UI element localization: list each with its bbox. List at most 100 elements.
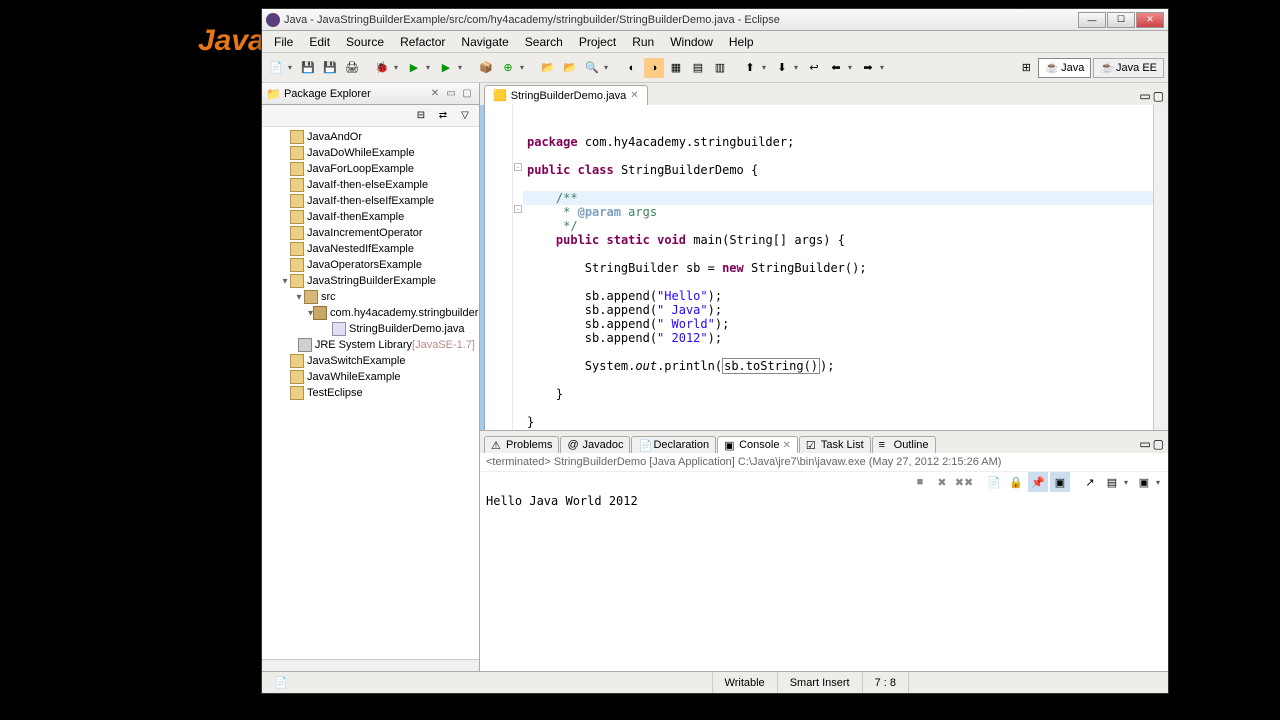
close-button[interactable]: ✕ (1136, 12, 1164, 28)
new-type-dropdown[interactable]: ▾ (520, 63, 528, 72)
close-view-button[interactable]: ✕ (427, 86, 443, 102)
tree-item[interactable]: ▾JavaStringBuilderExample (262, 273, 479, 289)
link-editor-button[interactable]: ⇄ (433, 106, 453, 126)
tree-item[interactable]: JavaIf-then-elseExample (262, 177, 479, 193)
tree-item[interactable]: JavaForLoopExample (262, 161, 479, 177)
remove-all-button[interactable]: ✖✖ (954, 472, 974, 492)
menu-project[interactable]: Project (571, 33, 624, 51)
minimize-view-button[interactable]: ▭ (443, 86, 459, 102)
menu-edit[interactable]: Edit (301, 33, 338, 51)
new-package-button[interactable]: 📦 (476, 58, 496, 78)
print-button[interactable]: 🖨 (342, 58, 362, 78)
fold-toggle[interactable]: - (514, 205, 522, 213)
tree-item[interactable]: JRE System Library [JavaSE-1.7] (262, 337, 479, 353)
menu-help[interactable]: Help (721, 33, 762, 51)
menu-refactor[interactable]: Refactor (392, 33, 453, 51)
new-dropdown[interactable]: ▾ (288, 63, 296, 72)
clear-console-button[interactable]: 📄 (984, 472, 1004, 492)
perspective-java[interactable]: ☕Java (1038, 58, 1091, 78)
menu-source[interactable]: Source (338, 33, 392, 51)
code-content[interactable]: package com.hy4academy.stringbuilder; pu… (527, 135, 1149, 429)
tree-item[interactable]: JavaWhileExample (262, 369, 479, 385)
tab-console[interactable]: ▣Console ✕ (717, 436, 798, 453)
fold-toggle[interactable]: - (514, 163, 522, 171)
search-button[interactable]: 🔍 (582, 58, 602, 78)
tab-javadoc[interactable]: @Javadoc (560, 436, 630, 453)
line-gutter[interactable] (485, 105, 513, 430)
new-console-dropdown[interactable]: ▾ (1156, 478, 1164, 487)
new-console-button[interactable]: ▣ (1134, 472, 1154, 492)
tab-outline[interactable]: ≡Outline (872, 436, 936, 453)
run-button[interactable]: ▶ (404, 58, 424, 78)
maximize-bottom-button[interactable]: ▢ (1153, 437, 1164, 451)
display-console-button[interactable]: ▤ (1102, 472, 1122, 492)
maximize-view-button[interactable]: ▢ (459, 86, 475, 102)
pin-console-button[interactable]: 📌 (1028, 472, 1048, 492)
fold-gutter[interactable]: - - (513, 105, 523, 430)
debug-dropdown[interactable]: ▾ (394, 63, 402, 72)
tab-declaration[interactable]: 📄Declaration (631, 436, 716, 453)
minimize-editor-button[interactable]: ▭ (1139, 89, 1150, 103)
tree-item[interactable]: JavaIncrementOperator (262, 225, 479, 241)
tree-item[interactable]: JavaAndOr (262, 129, 479, 145)
back-dropdown[interactable]: ▾ (848, 63, 856, 72)
code-editor[interactable]: - - package com.hy4academy.stringbuilder… (480, 105, 1168, 430)
run-ext-dropdown[interactable]: ▾ (458, 63, 466, 72)
minimize-button[interactable]: — (1078, 12, 1106, 28)
forward-dropdown[interactable]: ▾ (880, 63, 888, 72)
debug-button[interactable]: 🐞 (372, 58, 392, 78)
search-dropdown[interactable]: ▾ (604, 63, 612, 72)
open-type-button[interactable]: 📂 (538, 58, 558, 78)
tree-item[interactable]: ▾src (262, 289, 479, 305)
perspective-javaee[interactable]: ☕Java EE (1093, 58, 1164, 78)
toggle-whitespace-button[interactable]: ▥ (710, 58, 730, 78)
close-console-button[interactable]: ✕ (782, 440, 790, 451)
toggle-word-button[interactable]: ▤ (688, 58, 708, 78)
back-button[interactable]: ⬅ (826, 58, 846, 78)
run-dropdown[interactable]: ▾ (426, 63, 434, 72)
minimize-bottom-button[interactable]: ▭ (1139, 437, 1150, 451)
tree-item[interactable]: TestEclipse (262, 385, 479, 401)
tree-item[interactable]: JavaNestedIfExample (262, 241, 479, 257)
package-tree[interactable]: JavaAndOrJavaDoWhileExampleJavaForLoopEx… (262, 127, 479, 659)
last-edit-button[interactable]: ↩ (804, 58, 824, 78)
menu-search[interactable]: Search (517, 33, 571, 51)
tab-tasklist[interactable]: ☑Task List (799, 436, 871, 453)
close-tab-button[interactable]: ✕ (630, 90, 638, 101)
open-task-button[interactable]: 📂 (560, 58, 580, 78)
toggle-mark-button[interactable]: ◑ (644, 58, 664, 78)
maximize-editor-button[interactable]: ▢ (1153, 89, 1164, 103)
tree-item[interactable]: JavaIf-thenExample (262, 209, 479, 225)
save-all-button[interactable]: 💾 (320, 58, 340, 78)
tree-hscroll[interactable] (262, 659, 479, 671)
show-console-button[interactable]: ▣ (1050, 472, 1070, 492)
tree-item[interactable]: StringBuilderDemo.java (262, 321, 479, 337)
scroll-lock-button[interactable]: 🔒 (1006, 472, 1026, 492)
annotation-prev-dropdown[interactable]: ▾ (762, 63, 770, 72)
remove-launch-button[interactable]: ✖ (932, 472, 952, 492)
toggle-block-button[interactable]: ▦ (666, 58, 686, 78)
menu-navigate[interactable]: Navigate (453, 33, 516, 51)
editor-vscroll[interactable] (1153, 105, 1168, 430)
forward-button[interactable]: ➡ (858, 58, 878, 78)
tree-item[interactable]: ▾com.hy4academy.stringbuilder (262, 305, 479, 321)
save-button[interactable]: 💾 (298, 58, 318, 78)
annotation-prev-button[interactable]: ⬆ (740, 58, 760, 78)
open-perspective-button[interactable]: ⊞ (1016, 58, 1036, 78)
open-console-button[interactable]: ↗ (1080, 472, 1100, 492)
new-type-button[interactable]: ⊕ (498, 58, 518, 78)
tab-problems[interactable]: ⚠Problems (484, 436, 559, 453)
run-ext-button[interactable]: ▶ (436, 58, 456, 78)
new-button[interactable]: 📄 (266, 58, 286, 78)
collapse-all-button[interactable]: ⊟ (411, 106, 431, 126)
editor-tab-stringbuilderdemo[interactable]: 🟨 StringBuilderDemo.java ✕ (484, 85, 648, 105)
annotation-next-dropdown[interactable]: ▾ (794, 63, 802, 72)
tree-item[interactable]: JavaSwitchExample (262, 353, 479, 369)
annotation-next-button[interactable]: ⬇ (772, 58, 792, 78)
tree-item[interactable]: JavaOperatorsExample (262, 257, 479, 273)
window-titlebar[interactable]: Java - JavaStringBuilderExample/src/com/… (262, 9, 1168, 31)
view-menu-button[interactable]: ▽ (455, 106, 475, 126)
maximize-button[interactable]: ☐ (1107, 12, 1135, 28)
tree-item[interactable]: JavaDoWhileExample (262, 145, 479, 161)
terminate-button[interactable]: ■ (910, 472, 930, 492)
